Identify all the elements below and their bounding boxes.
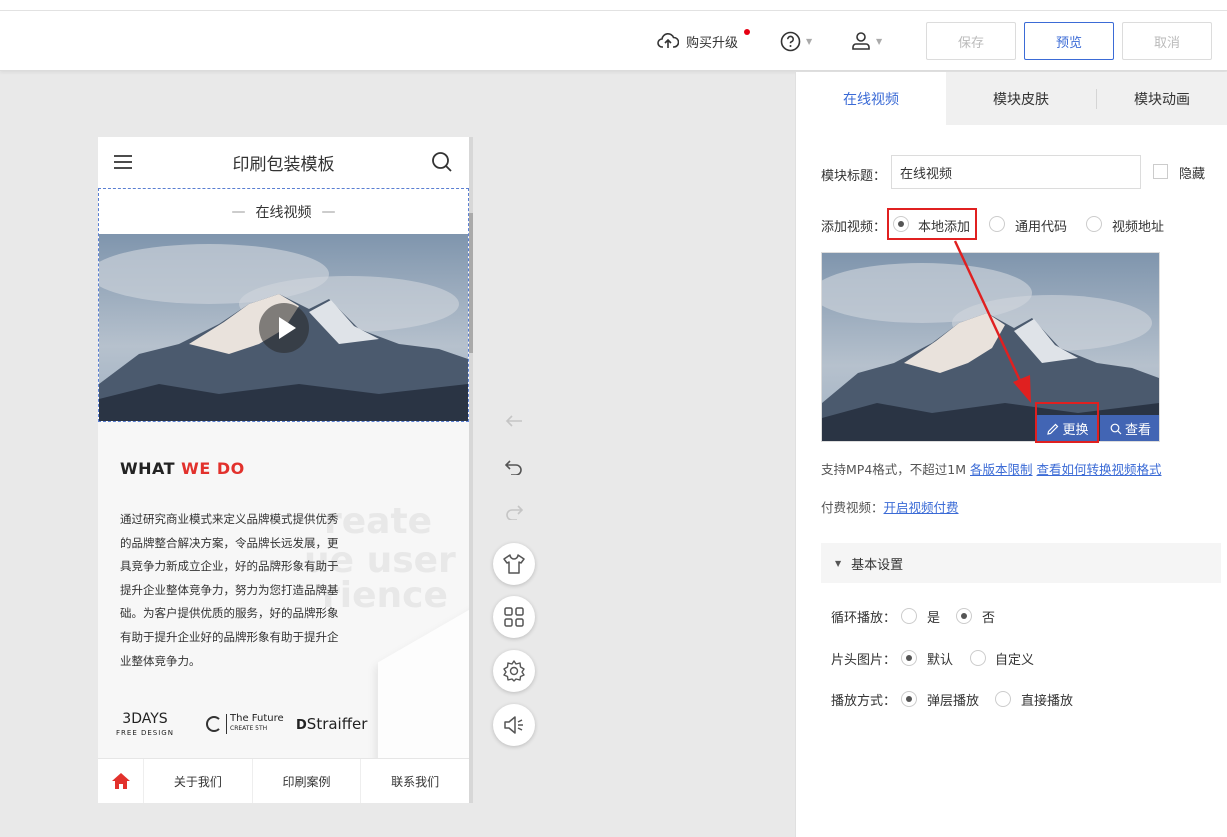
undo-icon[interactable] <box>505 459 523 475</box>
phone-title: 印刷包装模板 <box>232 155 335 175</box>
home-icon <box>111 773 130 789</box>
module-title-label: 模块标题： <box>821 169 887 184</box>
radio-video-url-label: 视频地址 <box>1112 220 1165 235</box>
video-module-title: — 在线视频 — <box>99 189 468 234</box>
video-module[interactable]: — 在线视频 — <box>98 188 469 422</box>
settings-tool-button[interactable] <box>493 650 535 692</box>
about-description: 通过研究商业模式来定义品牌模式提供优秀的品牌整合解决方案，令品牌长远发展，更具竞… <box>120 512 339 668</box>
cancel-button[interactable]: 取消 <box>1122 22 1212 60</box>
convert-format-link[interactable]: 查看如何转换视频格式 <box>1037 462 1162 477</box>
radio-embed-code[interactable] <box>989 216 1005 232</box>
grid-icon <box>504 607 524 627</box>
radio-local-add[interactable] <box>893 216 909 232</box>
loop-label: 循环播放： <box>831 611 897 626</box>
notification-dot <box>744 29 750 35</box>
triangle-down-icon: ▼ <box>835 558 842 568</box>
speaker-icon <box>504 716 523 734</box>
nav-about[interactable]: 关于我们 <box>144 759 253 803</box>
modules-tool-button[interactable] <box>493 596 535 638</box>
chevron-down-icon: ▼ <box>876 36 883 46</box>
view-button[interactable]: 查看 <box>1100 415 1159 441</box>
format-hint: 支持MP4格式，不超过1M 各版本限制 查看如何转换视频格式 <box>821 462 1162 477</box>
hide-checkbox[interactable] <box>1153 164 1168 179</box>
menu-icon[interactable] <box>114 155 132 169</box>
radio-cover-custom-label: 自定义 <box>995 653 1035 668</box>
tab-module-animation[interactable]: 模块动画 <box>1096 72 1227 125</box>
play-icon[interactable] <box>259 303 309 353</box>
chevron-down-icon: ▼ <box>806 36 813 46</box>
radio-video-url[interactable] <box>1086 216 1102 232</box>
basic-settings-header[interactable]: ▼ 基本设置 <box>821 543 1221 583</box>
play-mode-label: 播放方式： <box>831 694 897 709</box>
panel-tabs: 在线视频 模块皮肤 模块动画 <box>796 72 1227 125</box>
about-heading: WHAT WE DO <box>120 459 245 478</box>
video-player[interactable] <box>99 234 468 421</box>
paid-video-row: 付费视频：开启视频付费 <box>821 500 959 515</box>
scrollbar-thumb[interactable] <box>469 213 473 353</box>
logo-the-future: The Future CREATE 5TH <box>206 714 284 734</box>
cover-label: 片头图片： <box>831 653 897 668</box>
gear-icon <box>503 660 525 682</box>
enable-paid-video-link[interactable]: 开启视频付费 <box>884 500 959 515</box>
redo-icon[interactable] <box>505 504 523 520</box>
tab-online-video[interactable]: 在线视频 <box>796 72 946 125</box>
audio-tool-button[interactable] <box>493 704 535 746</box>
top-strip <box>0 0 1227 11</box>
help-menu[interactable]: ▼ <box>780 11 812 71</box>
radio-cover-default-label: 默认 <box>927 653 954 668</box>
upgrade-label: 购买升级 <box>686 35 739 51</box>
radio-play-popup-label: 弹层播放 <box>927 694 980 709</box>
radio-cover-default[interactable] <box>901 650 917 666</box>
radio-local-add-label: 本地添加 <box>918 220 971 235</box>
video-module-title-text: 在线视频 <box>255 204 312 221</box>
radio-cover-custom[interactable] <box>970 650 986 666</box>
user-menu[interactable]: ▼ <box>851 11 882 71</box>
logo-mark-icon <box>206 716 222 732</box>
phone-scrollbar[interactable] <box>469 137 473 803</box>
hide-label: 隐藏 <box>1179 167 1206 182</box>
logo-straiffer: DStraiffer <box>296 715 368 733</box>
help-icon <box>780 31 801 51</box>
user-icon <box>852 32 870 50</box>
replace-highlight <box>1035 402 1099 443</box>
about-section: reate ue user rience WHAT WE DO 通过研究商业模式… <box>98 422 469 758</box>
radio-loop-yes-label: 是 <box>927 611 941 626</box>
phone-header: 印刷包装模板 <box>98 137 469 188</box>
upgrade-button[interactable]: 购买升级 <box>657 11 750 71</box>
logo-3days: 3DAYS FREE DESIGN <box>116 711 174 737</box>
tshirt-icon <box>503 554 525 574</box>
search-icon[interactable] <box>431 151 453 173</box>
radio-play-direct[interactable] <box>995 691 1011 707</box>
radio-play-direct-label: 直接播放 <box>1021 694 1074 709</box>
top-toolbar: 购买升级 ▼ ▼ 保存 预览 取消 <box>0 11 1227 71</box>
magnifier-icon <box>1110 423 1122 434</box>
tab-module-skin[interactable]: 模块皮肤 <box>946 72 1096 125</box>
preview-button[interactable]: 预览 <box>1024 22 1114 60</box>
radio-loop-yes[interactable] <box>901 608 917 624</box>
nav-home[interactable] <box>98 759 144 803</box>
radio-embed-code-label: 通用代码 <box>1015 220 1068 235</box>
cloud-upload-icon <box>657 33 679 48</box>
annotation-arrow <box>953 240 1031 403</box>
save-button[interactable]: 保存 <box>926 22 1016 60</box>
phone-preview: 印刷包装模板 — 在线视频 — reate ue user rience WHA… <box>98 137 469 803</box>
settings-panel: 在线视频 模块皮肤 模块动画 模块标题： 隐藏 添加视频： 本地添加 通用代码 … <box>795 72 1227 837</box>
radio-play-popup[interactable] <box>901 691 917 707</box>
partner-logos: 3DAYS FREE DESIGN The Future CREATE 5TH DS… <box>116 712 436 742</box>
module-title-input[interactable] <box>891 155 1141 189</box>
nav-contact[interactable]: 联系我们 <box>361 759 469 803</box>
add-video-label: 添加视频： <box>821 220 887 235</box>
radio-loop-no[interactable] <box>956 608 972 624</box>
arrow-left-icon[interactable] <box>505 414 523 428</box>
phone-bottom-nav: 关于我们 印刷案例 联系我们 <box>98 758 469 803</box>
nav-cases[interactable]: 印刷案例 <box>253 759 362 803</box>
skin-tool-button[interactable] <box>493 543 535 585</box>
version-limit-link[interactable]: 各版本限制 <box>970 462 1033 477</box>
radio-loop-no-label: 否 <box>982 611 996 626</box>
